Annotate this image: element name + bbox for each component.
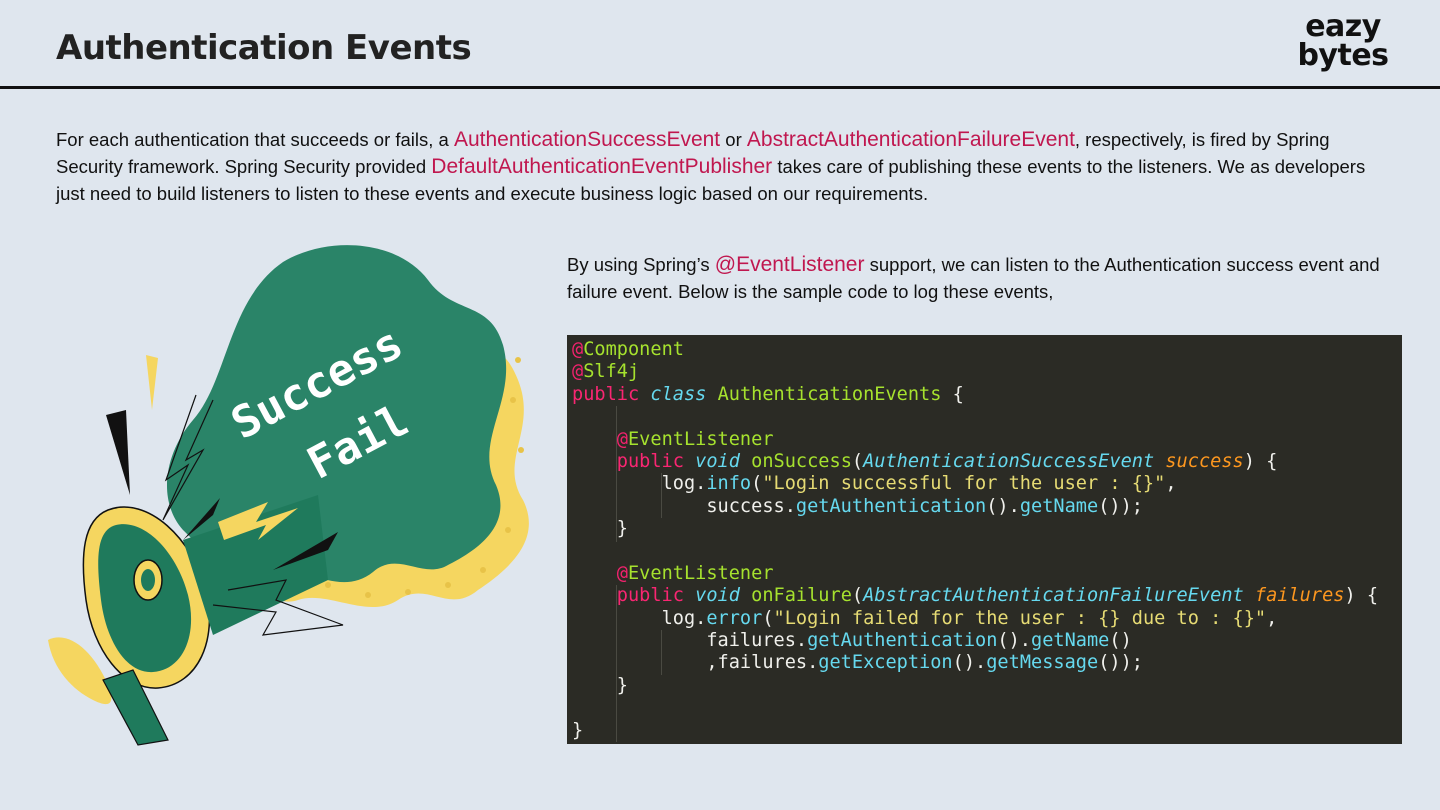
publisher-highlight: DefaultAuthenticationEventPublisher — [431, 155, 773, 178]
code-line-16: } — [616, 674, 628, 696]
page-title: Authentication Events — [56, 28, 472, 68]
megaphone-illustration: Success Fail — [48, 245, 529, 746]
code-line-3: public class AuthenticationEvents { — [572, 383, 964, 405]
code-line-18: } — [572, 719, 584, 741]
intro-text-2: or — [720, 129, 747, 150]
listener-paragraph: By using Spring’s @EventListener support… — [567, 251, 1397, 305]
code-line-7: log.info("Login successful for the user … — [661, 473, 1177, 495]
code-line-13: log.error("Login failed for the user : {… — [661, 607, 1278, 629]
indent-guide — [616, 406, 617, 542]
intro-text-1: For each authentication that succeeds or… — [56, 129, 454, 150]
indent-guide — [616, 585, 617, 742]
code-line-2: @Slf4j — [572, 361, 640, 383]
code-snippet: @Component @Slf4j public class Authentic… — [567, 335, 1402, 744]
eazybytes-logo: eazy bytes — [1288, 9, 1398, 73]
code-line-8: success.getAuthentication().getName()); — [706, 495, 1143, 517]
indent-guide — [661, 630, 662, 675]
code-line-9: } — [616, 518, 628, 540]
code-line-5: @EventListener — [616, 428, 774, 450]
side-text-1: By using Spring’s — [567, 254, 715, 275]
accent-spike-yellow — [146, 355, 158, 410]
intro-paragraph: For each authentication that succeeds or… — [56, 126, 1396, 207]
header-divider — [0, 86, 1440, 89]
event-listener-highlight: @EventListener — [714, 253, 865, 276]
code-line-11: @EventListener — [616, 562, 774, 584]
indent-guide — [661, 473, 662, 518]
code-line-6: public void onSuccess(AuthenticationSucc… — [616, 450, 1278, 472]
code-line-15: ,failures.getException().getMessage()); — [706, 652, 1143, 674]
logo-line-2: bytes — [1297, 38, 1389, 73]
code-line-1: @Component — [572, 339, 684, 360]
code-line-12: public void onFailure(AbstractAuthentica… — [616, 585, 1379, 607]
success-event-highlight: AuthenticationSuccessEvent — [453, 128, 721, 151]
code-line-14: failures.getAuthentication().getName() — [706, 630, 1132, 652]
failure-event-highlight: AbstractAuthenticationFailureEvent — [746, 128, 1075, 151]
logo-line-1: eazy — [1305, 9, 1381, 44]
